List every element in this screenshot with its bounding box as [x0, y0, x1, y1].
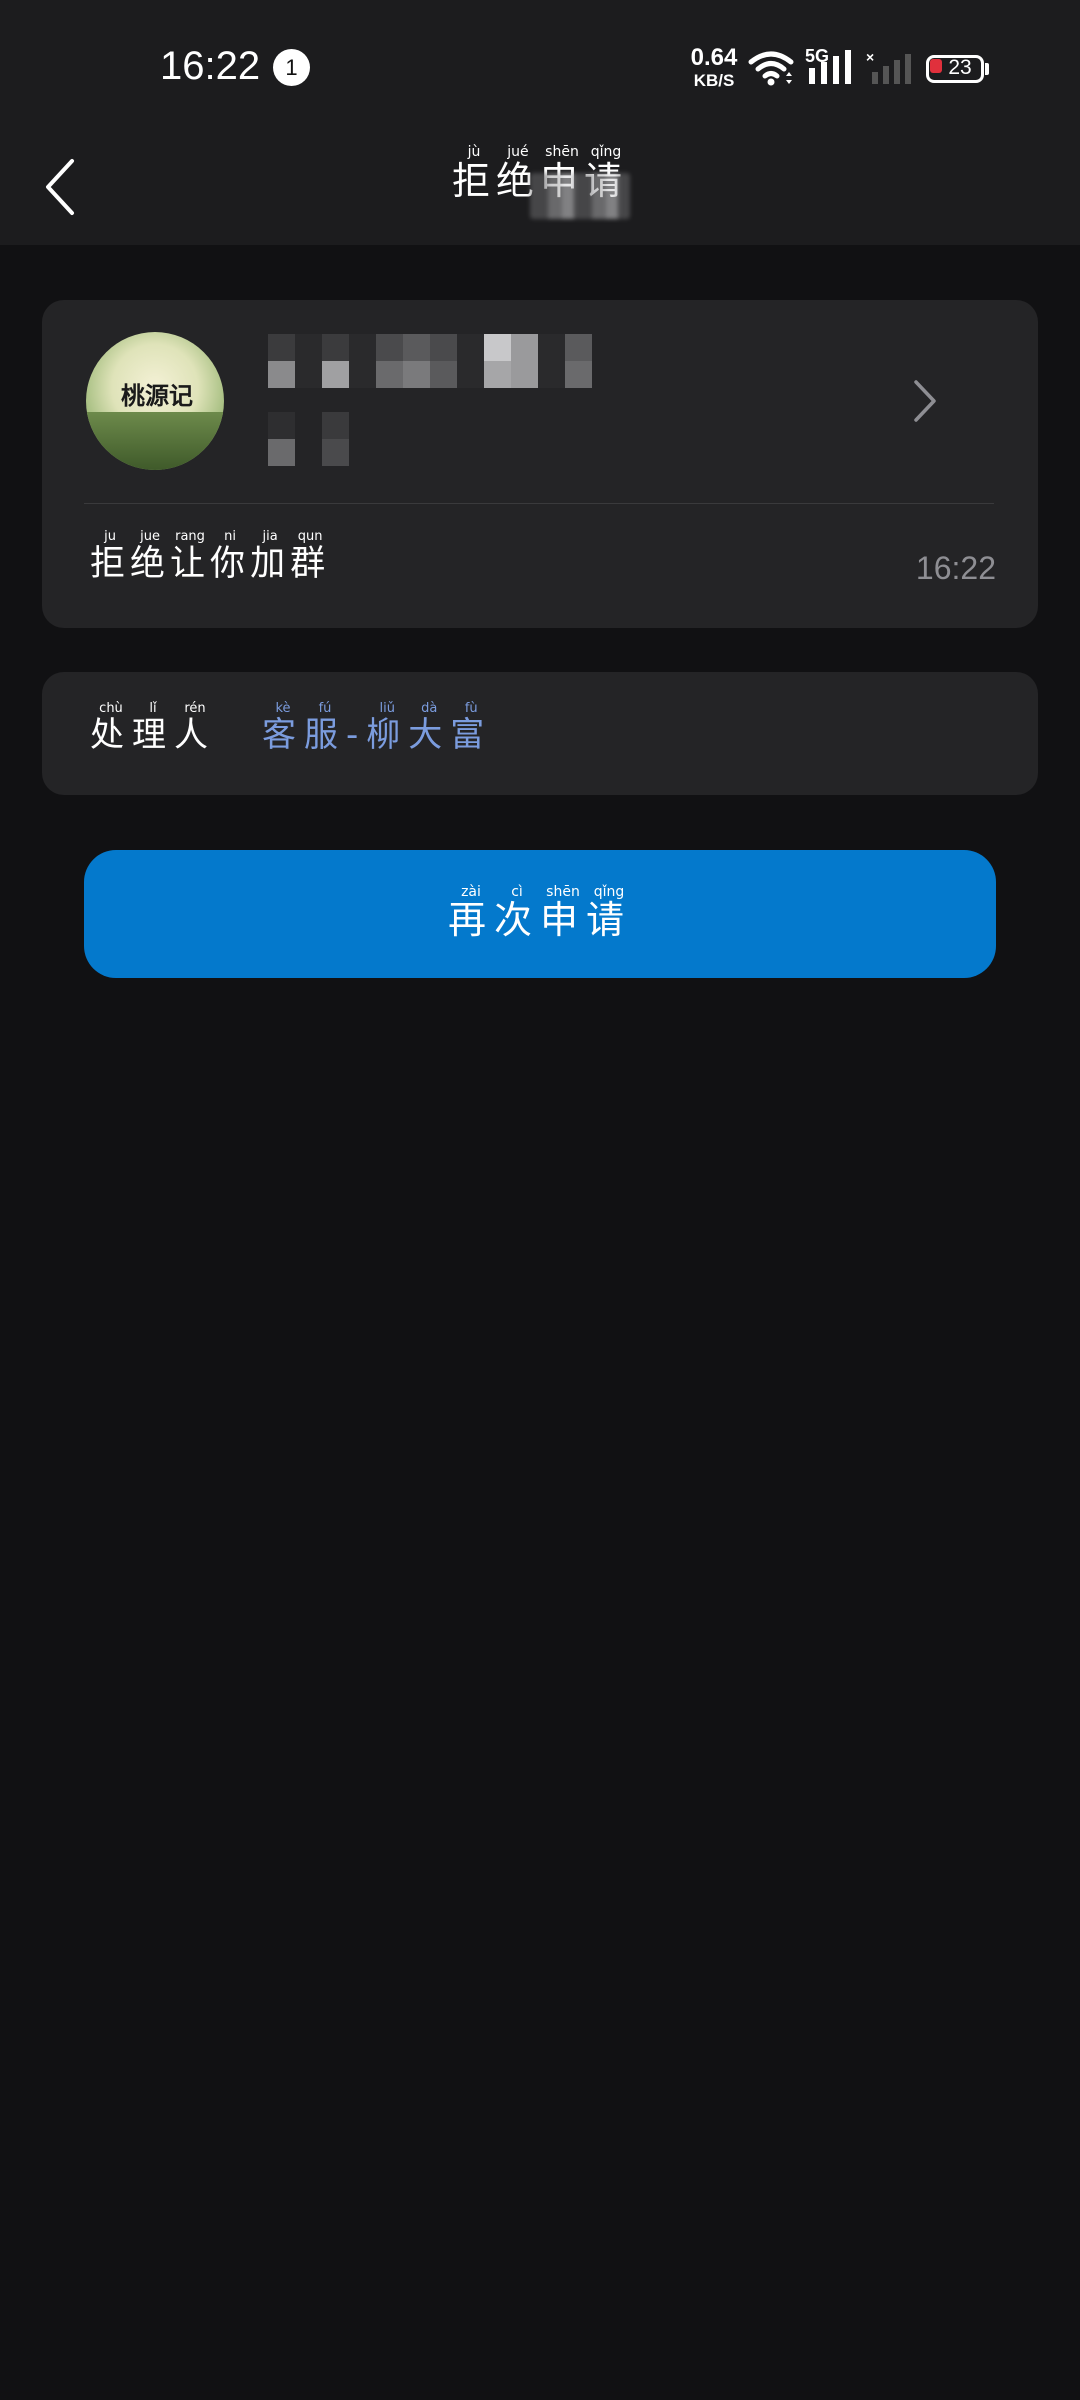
group-avatar[interactable]: 桃源记 [86, 332, 224, 470]
reason-char: 拒ju [90, 529, 131, 584]
battery-icon: 23 [926, 55, 990, 83]
avatar-text: 桃源记 [121, 381, 193, 410]
reapply-char: 请qǐng [586, 883, 633, 942]
network-speed-value: 0.64 [690, 44, 738, 71]
rejection-reason: 拒ju绝jue让rang你ni加jia群qun [90, 529, 331, 586]
reapply-char: 申shēn [540, 883, 587, 942]
handler-label-char: 理lǐ [132, 701, 174, 755]
handler-name-text: 客kè服fú-柳liǔ大dà富fù [262, 701, 493, 755]
sim2-signal-icon: × [866, 50, 911, 84]
reapply-button[interactable]: 再zài次cì申shēn请qǐng [84, 850, 996, 978]
network-speed: 0.64 KB/S [686, 44, 742, 90]
reapply-button-label: 再zài次cì申shēn请qǐng [447, 883, 633, 944]
wifi-icon [748, 51, 794, 86]
handler-name-char: 大dà [408, 701, 451, 755]
group-id-blurred [268, 412, 349, 439]
rejection-time: 16:22 [915, 550, 996, 586]
reason-char: 让rang [170, 529, 211, 584]
title-char: 拒jù [451, 144, 496, 203]
handler-label: 处chù理lǐ人rén [90, 701, 216, 756]
reason-char: 绝jue [130, 529, 171, 584]
reapply-char: 再zài [447, 883, 494, 942]
group-id-blurred-row2 [268, 439, 349, 466]
handler-label-text: 处chù理lǐ人rén [90, 701, 216, 755]
handler-card: 处chù理lǐ人rén 客kè服fú-柳liǔ大dà富fù [42, 672, 1038, 795]
group-name-blurred [268, 334, 592, 361]
handler-label-char: 处chù [90, 701, 132, 755]
network-speed-unit: KB/S [693, 71, 735, 90]
handler-name-char: 柳liǔ [366, 701, 409, 755]
rejection-reason-text: 拒ju绝jue让rang你ni加jia群qun [90, 529, 331, 584]
cellular-signal-icon: 5G [805, 46, 861, 86]
handler-name-char: 富fù [450, 701, 493, 755]
request-card: 桃源记 拒ju绝jue让rang你ni加jia群qun 16:22 [42, 300, 1038, 628]
divider [84, 503, 994, 504]
reason-char: 加jia [250, 529, 291, 584]
handler-name-char: 服fú [304, 701, 346, 755]
reason-char: 你ni [210, 529, 251, 584]
group-name-blurred-row2 [268, 361, 592, 388]
handler-name-char: - [346, 715, 367, 755]
reapply-char: 次cì [493, 883, 540, 942]
reason-char: 群qun [290, 529, 331, 584]
handler-label-char: 人rén [174, 701, 216, 755]
nav-bar: 拒jù绝jué申shēn请qǐng [0, 135, 1080, 245]
handler-name[interactable]: 客kè服fú-柳liǔ大dà富fù [262, 701, 493, 756]
status-time: 16:22 [160, 44, 261, 88]
battery-level: 23 [948, 56, 972, 79]
notification-badge: 1 [273, 49, 310, 86]
svg-text:×: × [866, 50, 874, 65]
status-bar: 16:22 1 0.64 KB/S 5G × 23 [0, 0, 1080, 135]
handler-name-char: 客kè [262, 701, 304, 755]
title-blur-mask [530, 173, 630, 219]
chevron-right-icon[interactable] [912, 378, 938, 424]
